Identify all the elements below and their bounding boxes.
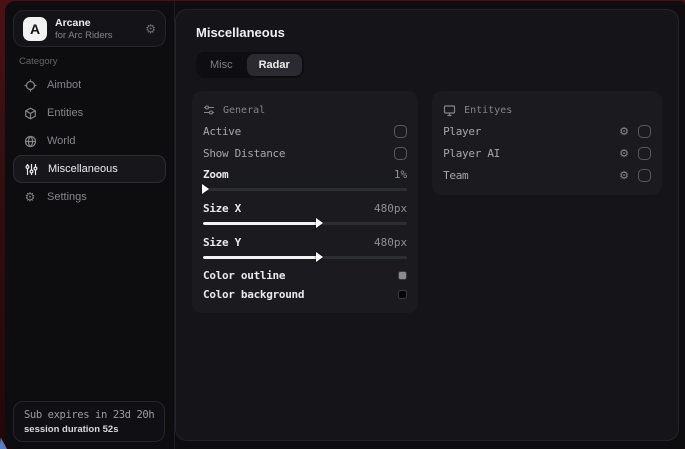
entity-row-team: Team ⚙ [443, 164, 651, 186]
sidebar-item-entities[interactable]: Entities [13, 99, 166, 127]
tab-misc[interactable]: Misc [198, 54, 245, 76]
sidebar-item-label: Aimbot [47, 79, 81, 91]
sidebar-item-aimbot[interactable]: Aimbot [13, 71, 166, 99]
sidebar-item-label: Settings [47, 191, 87, 203]
general-header-label: General [223, 105, 265, 116]
toggle-label: Active [203, 125, 241, 138]
slider-value: 480px [374, 202, 407, 215]
brand-card: A Arcane for Arc Riders ⚙ [13, 10, 166, 47]
entity-label: Player AI [443, 147, 500, 160]
team-checkbox[interactable] [638, 169, 651, 182]
sidebar-item-settings[interactable]: ⚙ Settings [13, 183, 166, 211]
sidebar-item-world[interactable]: World [13, 127, 166, 155]
slider-row-size-y: Size Y 480px [203, 232, 407, 252]
general-card: General Active Show Distance Zoom 1% [192, 91, 418, 313]
app-window: A Arcane for Arc Riders ⚙ Category Aimbo… [5, 1, 685, 449]
slider-thumb[interactable] [202, 184, 209, 194]
crosshair-icon [23, 78, 37, 92]
brand-subtitle: for Arc Riders [55, 30, 113, 41]
active-checkbox[interactable] [394, 125, 407, 138]
entities-card: Entityes Player ⚙ Player AI ⚙ [432, 91, 662, 195]
monitor-icon [443, 104, 456, 117]
sub-expires-text: Sub expires in 23d 20h [24, 409, 154, 421]
slider-label: Size Y [203, 236, 241, 249]
slider-label: Zoom [203, 168, 228, 181]
slider-row-zoom: Zoom 1% [203, 164, 407, 184]
gear-icon: ⚙ [23, 190, 37, 204]
size-y-slider[interactable] [203, 252, 407, 263]
sliders-small-icon [203, 104, 215, 116]
slider-track [203, 188, 407, 191]
slider-row-size-x: Size X 480px [203, 198, 407, 218]
gear-icon[interactable]: ⚙ [619, 125, 629, 138]
entities-header-label: Entityes [464, 105, 512, 116]
globe-icon [23, 134, 37, 148]
size-x-slider[interactable] [203, 218, 407, 229]
general-card-header: General [203, 100, 407, 120]
toggle-row-active: Active [203, 120, 407, 142]
slider-track [203, 256, 407, 259]
app-logo: A [23, 17, 47, 41]
main-panel: Miscellaneous Misc Radar General Active [175, 9, 679, 441]
gear-icon[interactable]: ⚙ [145, 22, 156, 36]
sidebar-item-miscellaneous[interactable]: Miscellaneous [13, 155, 166, 183]
mouse-cursor [0, 438, 10, 449]
category-label: Category [19, 56, 58, 67]
slider-value: 480px [374, 236, 407, 249]
gear-icon[interactable]: ⚙ [619, 147, 629, 160]
color-label: Color outline [203, 269, 285, 282]
sidebar-item-label: World [47, 135, 76, 147]
slider-thumb[interactable] [316, 218, 323, 228]
brand-title: Arcane [55, 17, 113, 30]
brand-text: Arcane for Arc Riders [55, 17, 113, 41]
page-title: Miscellaneous [196, 25, 662, 40]
toggle-row-show-distance: Show Distance [203, 142, 407, 164]
entity-label: Player [443, 125, 481, 138]
entity-label: Team [443, 169, 468, 182]
subscription-card: Sub expires in 23d 20h session duration … [13, 401, 165, 442]
entity-row-player: Player ⚙ [443, 120, 651, 142]
entities-card-header: Entityes [443, 100, 651, 120]
slider-fill [203, 222, 319, 225]
color-label: Color background [203, 288, 304, 301]
slider-thumb[interactable] [316, 252, 323, 262]
slider-label: Size X [203, 202, 241, 215]
color-row-background: Color background [203, 285, 407, 304]
gear-icon[interactable]: ⚙ [619, 169, 629, 182]
cube-icon [23, 106, 37, 120]
slider-value: 1% [394, 168, 407, 181]
player-ai-checkbox[interactable] [638, 147, 651, 160]
slider-fill [203, 256, 319, 259]
color-background-swatch[interactable] [398, 290, 407, 299]
sidebar-item-label: Entities [47, 107, 83, 119]
sliders-icon [24, 162, 38, 176]
color-row-outline: Color outline [203, 266, 407, 285]
cards-row: General Active Show Distance Zoom 1% [192, 91, 662, 313]
desktop-background: A Arcane for Arc Riders ⚙ Category Aimbo… [0, 0, 685, 449]
sidebar-item-label: Miscellaneous [48, 163, 118, 175]
tab-bar: Misc Radar [196, 52, 304, 78]
zoom-slider[interactable] [203, 184, 407, 195]
show-distance-checkbox[interactable] [394, 147, 407, 160]
toggle-label: Show Distance [203, 147, 285, 160]
sidebar: A Arcane for Arc Riders ⚙ Category Aimbo… [5, 1, 175, 449]
entity-row-player-ai: Player AI ⚙ [443, 142, 651, 164]
tab-radar[interactable]: Radar [247, 54, 302, 76]
color-outline-swatch[interactable] [398, 271, 407, 280]
player-checkbox[interactable] [638, 125, 651, 138]
slider-track [203, 222, 407, 225]
session-duration-text: session duration 52s [24, 424, 154, 435]
sidebar-nav: Aimbot Entities Wo [13, 71, 166, 211]
